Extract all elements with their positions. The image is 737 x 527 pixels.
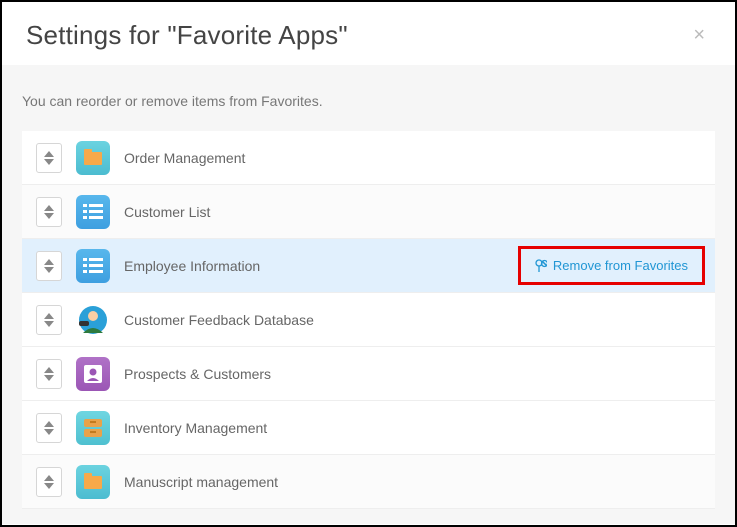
close-button[interactable]: × [687,20,711,51]
favorites-row: Employee Information Remove from Favorite… [22,239,715,293]
drag-handle[interactable] [36,359,62,389]
favorites-row: Customer Feedback Database [22,293,715,347]
favorites-row: Prospects & Customers [22,347,715,401]
drag-handle[interactable] [36,251,62,281]
remove-pin-icon [535,259,547,273]
folder-icon [76,141,110,175]
favorites-row: Manuscript management [22,455,715,509]
highlight-annotation: Remove from Favorites [518,246,705,285]
favorites-list: Order Management Customer List Employee In… [22,131,715,509]
app-label: Employee Information [124,258,504,274]
list-icon [76,249,110,283]
drag-handle[interactable] [36,413,62,443]
app-label: Inventory Management [124,420,705,436]
remove-from-favorites-button[interactable]: Remove from Favorites [527,252,696,279]
app-label: Customer Feedback Database [124,312,705,328]
drag-handle[interactable] [36,143,62,173]
drawers-icon [76,411,110,445]
app-label: Customer List [124,204,705,220]
folder-icon [76,465,110,499]
remove-label: Remove from Favorites [553,258,688,273]
card-icon [76,357,110,391]
person-icon [76,303,110,337]
list-icon [76,195,110,229]
app-label: Prospects & Customers [124,366,705,382]
dialog-header: Settings for "Favorite Apps" × [2,2,735,65]
dialog-body: You can reorder or remove items from Fav… [2,65,735,524]
favorites-row: Order Management [22,131,715,185]
app-label: Order Management [124,150,705,166]
intro-text: You can reorder or remove items from Fav… [22,93,715,109]
dialog-title: Settings for "Favorite Apps" [26,20,348,51]
drag-handle[interactable] [36,197,62,227]
app-label: Manuscript management [124,474,705,490]
favorites-row: Customer List [22,185,715,239]
drag-handle[interactable] [36,467,62,497]
drag-handle[interactable] [36,305,62,335]
favorites-row: Inventory Management [22,401,715,455]
